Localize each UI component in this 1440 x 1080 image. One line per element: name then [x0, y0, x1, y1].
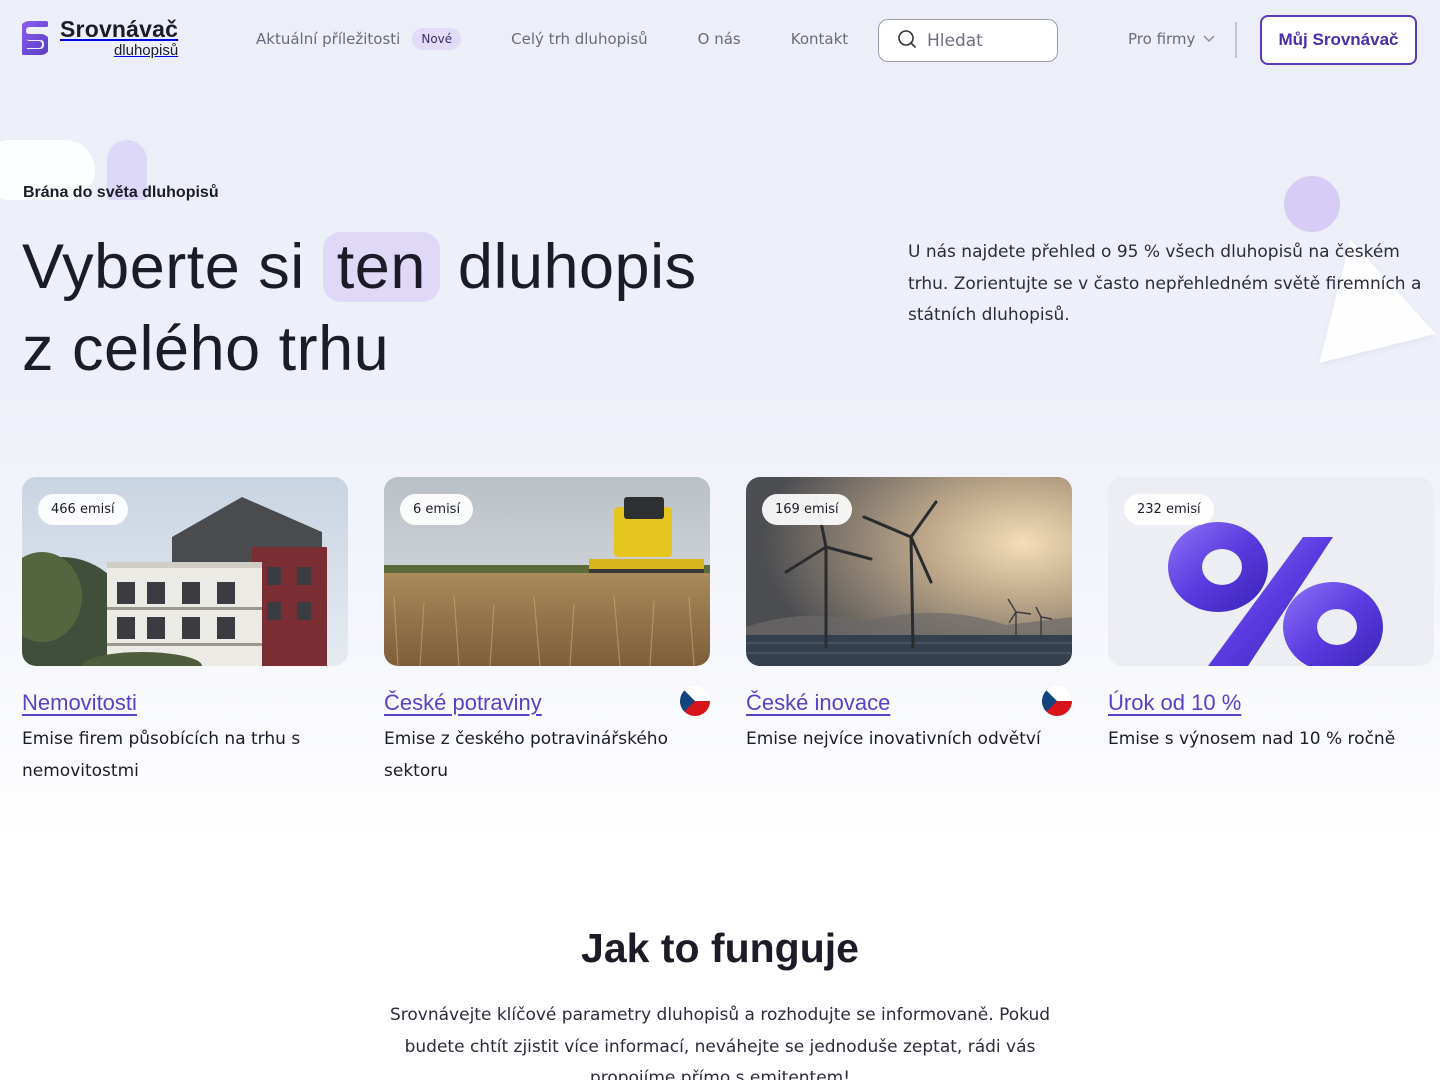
issue-count-badge: 169 emisí	[762, 494, 852, 525]
nav-link-about[interactable]: O nás	[698, 30, 741, 48]
search-box[interactable]	[878, 19, 1058, 62]
decor-circle	[1284, 176, 1340, 232]
hero-eyebrow: Brána do světa dluhopisů	[23, 184, 219, 201]
nav-link-contact[interactable]: Kontakt	[791, 30, 848, 48]
nav-link-market[interactable]: Celý trh dluhopisů	[511, 30, 647, 48]
chevron-down-icon	[1203, 35, 1215, 43]
site-header: Srovnávač dluhopisů Aktuální příležitost…	[0, 0, 1440, 80]
card-description: Emise firem působících na trhu s nemovit…	[22, 729, 301, 781]
category-cards: 466 emisí Nemovitosti Emise firem působí…	[22, 477, 1440, 787]
card-title-link[interactable]: České potraviny	[384, 690, 542, 716]
wheat-field-image[interactable]: 6 emisí	[384, 477, 710, 666]
wind-turbines-image[interactable]: 169 emisí	[746, 477, 1072, 666]
czech-flag-icon	[680, 686, 710, 720]
new-badge: Nové	[412, 28, 462, 50]
issue-count-badge: 232 emisí	[1124, 494, 1214, 525]
czech-flag-icon	[1042, 686, 1072, 720]
issue-count-badge: 466 emisí	[38, 494, 128, 525]
card-title-link[interactable]: Nemovitosti	[22, 690, 137, 716]
logo-title: Srovnávač	[60, 16, 179, 42]
hero-description: U nás najdete přehled o 95 % všech dluho…	[908, 242, 1422, 325]
search-input[interactable]	[927, 30, 1037, 51]
search-icon	[897, 29, 917, 53]
section-description: Srovnávejte klíčové parametry dluhopisů …	[389, 1005, 1051, 1080]
title-part: Vyberte si	[22, 232, 305, 302]
header-divider	[1235, 22, 1237, 58]
logo-subtitle: dluhopisů	[113, 42, 179, 59]
category-card[interactable]: 466 emisí Nemovitosti Emise firem působí…	[22, 477, 348, 787]
nav-link-opportunities[interactable]: Aktuální příležitosti	[256, 30, 400, 48]
card-description: Emise nejvíce inovativních odvětví	[746, 729, 1041, 749]
category-card[interactable]: 6 emisí České potraviny Emise z českého …	[384, 477, 710, 787]
issue-count-badge: 6 emisí	[400, 494, 474, 525]
logo[interactable]: Srovnávač dluhopisů	[20, 16, 179, 59]
title-part: dluhopis	[457, 232, 697, 302]
for-companies-label: Pro firmy	[1128, 30, 1196, 48]
category-card[interactable]: 232 emisí Úrok od 10 % Emise s výnosem n…	[1108, 477, 1434, 787]
main-nav: Aktuální příležitosti Nové Celý trh dluh…	[256, 28, 848, 50]
logo-icon	[20, 21, 50, 55]
title-highlight: ten	[322, 232, 440, 302]
section-title: Jak to funguje	[581, 925, 859, 971]
card-description: Emise s výnosem nad 10 % ročně	[1108, 729, 1396, 749]
category-card[interactable]: 169 emisí České inovace Emise nejvíce in…	[746, 477, 1072, 787]
for-companies-dropdown[interactable]: Pro firmy	[1128, 30, 1215, 48]
percent-symbol-image[interactable]: 232 emisí	[1108, 477, 1434, 666]
apartment-building-image[interactable]: 466 emisí	[22, 477, 348, 666]
page-title: Vyberte si ten dluhopis z celého trhu	[22, 226, 697, 390]
card-description: Emise z českého potravinářského sektoru	[384, 729, 668, 781]
card-title-link[interactable]: Úrok od 10 %	[1108, 690, 1241, 716]
my-account-button[interactable]: Můj Srovnávač	[1260, 15, 1417, 65]
title-line2: z celého trhu	[22, 314, 390, 384]
card-title-link[interactable]: České inovace	[746, 690, 890, 716]
